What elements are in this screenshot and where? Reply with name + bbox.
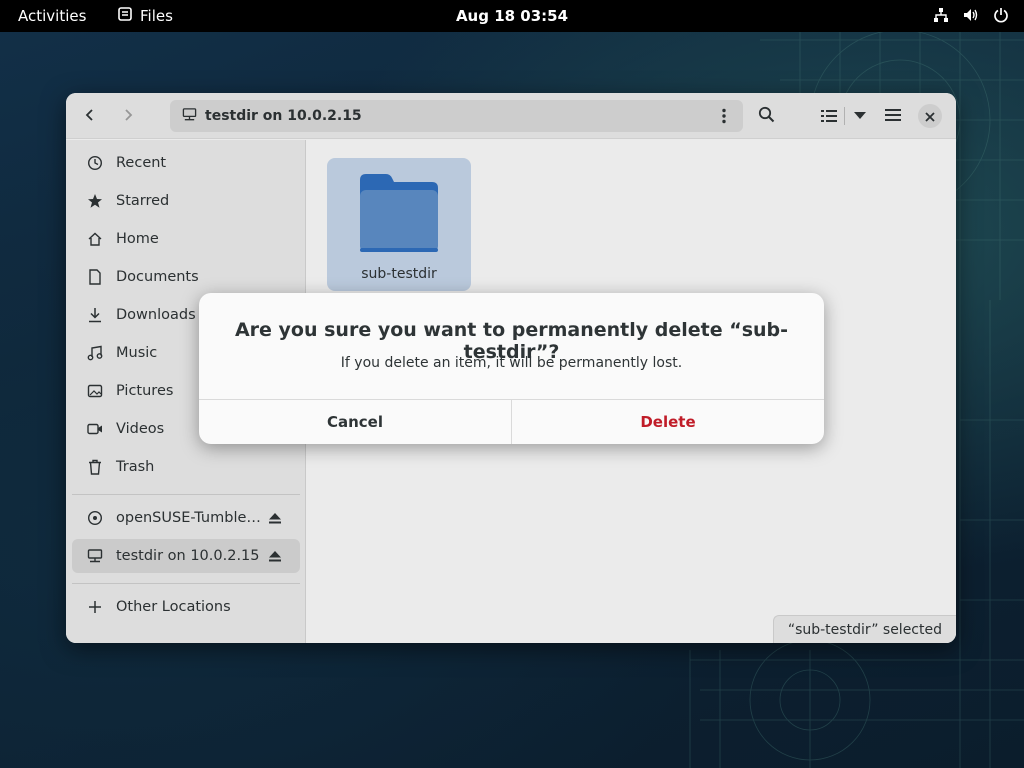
system-tray[interactable] (932, 6, 1010, 24)
volume-icon[interactable] (962, 6, 980, 24)
delete-button[interactable]: Delete (512, 400, 824, 444)
files-app-icon (118, 7, 132, 25)
clock[interactable]: Aug 18 03:54 (456, 7, 568, 25)
cancel-button[interactable]: Cancel (199, 400, 512, 444)
app-menu-button[interactable]: Files (118, 7, 173, 25)
activities-button[interactable]: Activities (18, 7, 86, 25)
power-icon[interactable] (992, 6, 1010, 24)
dialog-actions: Cancel Delete (199, 399, 824, 444)
dialog-body: If you delete an item, it will be perman… (340, 355, 683, 371)
network-icon[interactable] (932, 6, 950, 24)
top-bar: Activities Files Aug 18 03:54 (0, 0, 1024, 32)
app-name: Files (140, 7, 173, 25)
delete-confirmation-dialog: Are you sure you want to permanently del… (199, 293, 824, 444)
